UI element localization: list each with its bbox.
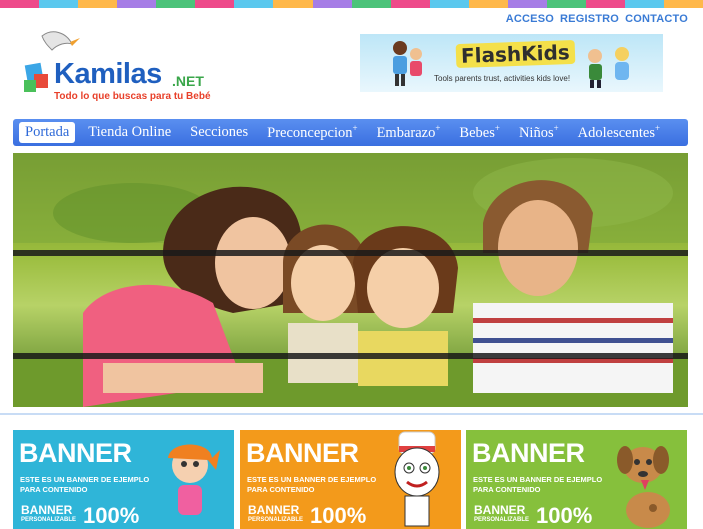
site-logo[interactable]: Kamilas .NET Todo lo que buscas para tu … xyxy=(22,28,222,108)
nav-item-label: Preconcepcion xyxy=(267,124,353,141)
banner-foot-title: BANNER xyxy=(21,503,73,517)
promo-banner-3[interactable]: BANNER ESTE ES UN BANNER DE EJEMPLO PARA… xyxy=(466,430,687,529)
submenu-plus-icon: + xyxy=(435,123,441,134)
color-bar-segment xyxy=(429,0,469,8)
login-link[interactable]: ACCESO xyxy=(506,13,554,25)
banner-foot-title: BANNER xyxy=(474,503,526,517)
register-link[interactable]: REGISTRO xyxy=(560,13,619,25)
banner-text: ESTE ES UN BANNER DE EJEMPLO PARA CONTEN… xyxy=(247,475,377,494)
color-bar-segment xyxy=(468,0,508,8)
banner-foot-title: BANNER xyxy=(248,503,300,517)
section-divider xyxy=(0,413,703,415)
ad-tagline: Tools parents trust, activities kids lov… xyxy=(434,74,571,83)
color-bar-segment xyxy=(78,0,118,8)
nav-item-preconcepcion[interactable]: Preconcepcion+ xyxy=(261,121,363,144)
banner-text: ESTE ES UN BANNER DE EJEMPLO PARA CONTEN… xyxy=(473,475,603,494)
family-photo-icon xyxy=(13,153,688,407)
banner-percent: 100% xyxy=(536,503,593,528)
nav-item-label: Embarazo xyxy=(376,124,436,141)
promo-banner-2[interactable]: BANNER ESTE ES UN BANNER DE EJEMPLO PARA… xyxy=(240,430,461,529)
main-nav: Portada Tienda Online Secciones Preconcepci… xyxy=(13,119,688,146)
color-bar-segment xyxy=(390,0,430,8)
color-bar-segment xyxy=(312,0,352,8)
color-bar-segment xyxy=(39,0,79,8)
banner-foot: BANNER PERSONALIZABLE xyxy=(21,503,76,523)
color-bar-segment xyxy=(195,0,235,8)
banner-foot: BANNER PERSONALIZABLE xyxy=(248,503,303,523)
chef-icon xyxy=(394,431,440,527)
dog-icon xyxy=(617,446,670,528)
banner-foot-sub: PERSONALIZABLE xyxy=(248,517,304,523)
logo-tagline: Todo lo que buscas para tu Bebé xyxy=(54,91,211,102)
color-bar-segment xyxy=(117,0,157,8)
top-color-bar xyxy=(0,0,703,8)
submenu-plus-icon: + xyxy=(352,123,358,134)
nav-item-label: Secciones xyxy=(190,124,249,140)
banner-percent: 100% xyxy=(310,503,367,528)
nav-item-adolescentes[interactable]: Adolescentes+ xyxy=(572,121,666,144)
submenu-plus-icon: + xyxy=(654,123,661,134)
promo-banner-1[interactable]: BANNER ESTE ES UN BANNER DE EJEMPLO PARA… xyxy=(13,430,234,529)
nav-item-secciones[interactable]: Secciones xyxy=(184,122,254,143)
nav-item-portada[interactable]: Portada xyxy=(19,122,76,143)
top-links: ACCESO REGISTRO CONTACTO xyxy=(506,13,688,25)
banner-foot-sub: PERSONALIZABLE xyxy=(474,517,530,523)
submenu-plus-icon: + xyxy=(553,123,559,134)
nav-item-tienda-online[interactable]: Tienda Online xyxy=(82,122,177,143)
nav-item-label: Bebes xyxy=(459,124,495,141)
nav-item-embarazo[interactable]: Embarazo+ xyxy=(371,121,447,144)
nav-item-label: Niños xyxy=(518,124,554,141)
banner-title: BANNER xyxy=(19,438,132,468)
logo-name: Kamilas xyxy=(54,58,162,90)
color-bar-segment xyxy=(507,0,547,8)
color-bar-segment xyxy=(625,0,665,8)
submenu-plus-icon: + xyxy=(494,123,500,134)
logo-suffix: .NET xyxy=(172,73,204,89)
ad-title: FlashKids xyxy=(455,39,576,69)
nav-item-bebes[interactable]: Bebes+ xyxy=(453,121,506,144)
banner-percent: 100% xyxy=(83,503,140,528)
hero-family-photo[interactable] xyxy=(13,153,688,407)
color-bar-segment xyxy=(0,0,40,8)
girl-icon xyxy=(168,444,220,515)
color-bar-segment xyxy=(273,0,313,8)
color-bar-segment xyxy=(234,0,274,8)
nav-item-niños[interactable]: Niños+ xyxy=(513,121,565,144)
nav-item-label: Tienda Online xyxy=(88,124,172,140)
banner-title: BANNER xyxy=(472,438,585,468)
color-bar-segment xyxy=(546,0,586,8)
color-bar-segment xyxy=(156,0,196,8)
nav-item-label: Adolescentes xyxy=(577,124,655,141)
color-bar-segment xyxy=(664,0,703,8)
color-bar-segment xyxy=(585,0,625,8)
banner-foot-sub: PERSONALIZABLE xyxy=(21,517,77,523)
color-bar-segment xyxy=(351,0,391,8)
banner-text: ESTE ES UN BANNER DE EJEMPLO PARA CONTEN… xyxy=(20,475,150,494)
contact-link[interactable]: CONTACTO xyxy=(625,13,688,25)
banner-title: BANNER xyxy=(246,438,359,468)
banner-foot: BANNER PERSONALIZABLE xyxy=(474,503,529,523)
flashkids-ad[interactable]: FlashKids Tools parents trust, activitie… xyxy=(360,34,663,92)
nav-item-label: Portada xyxy=(25,124,70,140)
